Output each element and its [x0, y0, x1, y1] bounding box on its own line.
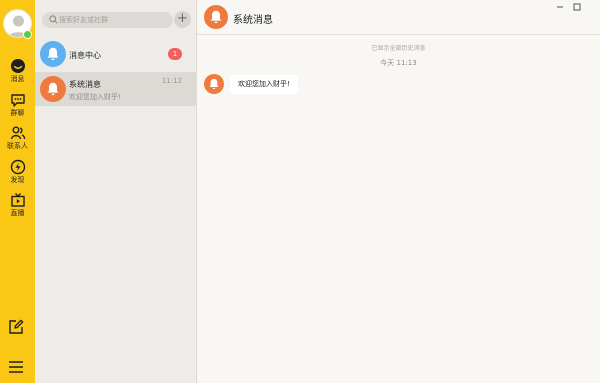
sender-avatar — [204, 74, 224, 94]
history-note: 已显示全部历史消息 — [371, 45, 426, 52]
conversation-item-system-messages[interactable]: 系统消息 欢迎您加入财乎! 11:12 — [35, 72, 196, 106]
discover-icon — [10, 159, 25, 175]
conversation-item-message-center[interactable]: 消息中心 1 — [35, 37, 196, 71]
nav-label-contacts: 联系人 — [7, 142, 28, 150]
chat-window: 系统消息 已显示全部历史消息 今天 11:13 欢迎您加入财乎! — [197, 0, 600, 383]
chat-title: 系统消息 — [233, 15, 273, 26]
group-chat-icon — [10, 94, 25, 107]
maximize-icon — [573, 3, 581, 11]
bell-icon — [209, 78, 219, 90]
bell-icon — [210, 10, 222, 24]
system-messages-avatar — [40, 76, 66, 102]
chat-bubble-icon — [10, 59, 25, 73]
online-status-indicator — [23, 30, 32, 39]
nav-item-contacts[interactable]: 联系人 — [0, 125, 35, 155]
message-timestamp: 今天 11:13 — [380, 59, 417, 67]
edit-icon — [9, 319, 24, 334]
conversation-time: 11:12 — [161, 77, 182, 85]
nav-rail: 消息 群聊 联系人 发现 直播 — [0, 0, 35, 383]
nav-item-group-chat[interactable]: 群聊 — [0, 92, 35, 122]
bell-icon — [47, 82, 59, 96]
add-button[interactable]: + — [174, 11, 191, 28]
search-box — [42, 12, 173, 28]
nav-label-live: 直播 — [10, 209, 25, 217]
message-bubble: 欢迎您加入财乎! — [230, 75, 298, 94]
conversation-name: 消息中心 — [69, 51, 101, 60]
conversation-name: 系统消息 — [69, 80, 101, 89]
contacts-icon — [10, 126, 25, 140]
conversation-list-panel: + 消息中心 1 系统消息 欢迎您加入财乎! 11:12 — [35, 0, 197, 383]
chat-header-avatar — [204, 5, 228, 29]
nav-item-messages[interactable]: 消息 — [0, 58, 35, 88]
nav-item-discover[interactable]: 发现 — [0, 159, 35, 189]
message-center-avatar — [40, 41, 66, 67]
minimize-button[interactable] — [555, 2, 565, 12]
nav-label-discover: 发现 — [10, 176, 25, 184]
chat-header: 系统消息 — [197, 0, 600, 35]
search-icon — [49, 15, 58, 24]
menu-icon — [9, 361, 23, 373]
maximize-button[interactable] — [572, 2, 582, 12]
conversation-preview: 欢迎您加入财乎! — [69, 93, 121, 101]
nav-label-group-chat: 群聊 — [10, 109, 25, 117]
main-menu-button[interactable] — [7, 358, 25, 376]
compose-button[interactable] — [7, 318, 25, 336]
nav-label-messages: 消息 — [10, 75, 25, 83]
nav-item-live[interactable]: 直播 — [0, 192, 35, 222]
search-input[interactable] — [59, 12, 169, 28]
plus-icon: + — [177, 11, 188, 26]
live-tv-icon — [10, 193, 25, 207]
minimize-icon — [557, 6, 563, 8]
unread-badge: 1 — [168, 48, 182, 60]
bell-icon — [47, 47, 59, 61]
